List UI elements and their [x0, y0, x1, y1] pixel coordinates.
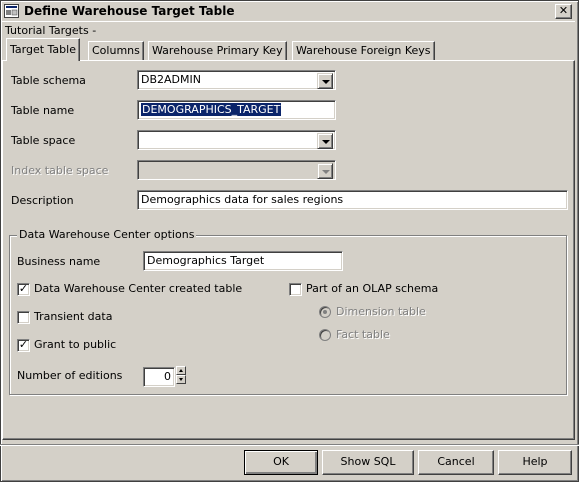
- table-name-input[interactable]: DEMOGRAPHICS_TARGET: [137, 100, 336, 120]
- ok-button[interactable]: OK: [244, 450, 318, 475]
- table-name-value: DEMOGRAPHICS_TARGET: [141, 103, 282, 116]
- editions-value: 0: [164, 370, 171, 383]
- window-title: Define Warehouse Target Table: [24, 4, 235, 18]
- editions-label: Number of editions: [17, 369, 123, 382]
- table-space-label: Table space: [11, 134, 76, 147]
- editions-input[interactable]: 0: [143, 367, 175, 387]
- chevron-down-icon: [317, 163, 333, 179]
- help-button[interactable]: Help: [498, 450, 572, 475]
- fact-table-radio: [319, 329, 331, 341]
- olap-schema-checkbox[interactable]: [289, 283, 302, 296]
- app-icon: [4, 4, 19, 18]
- tab-columns[interactable]: Columns: [88, 41, 144, 60]
- dimension-table-radio: [319, 306, 331, 318]
- subtitle: Tutorial Targets -: [5, 24, 97, 37]
- chevron-down-icon[interactable]: [317, 133, 333, 149]
- tab-warehouse-primary-key[interactable]: Warehouse Primary Key: [148, 41, 287, 60]
- cancel-button[interactable]: Cancel: [418, 450, 494, 475]
- table-schema-value: DB2ADMIN: [141, 73, 201, 86]
- grant-public-label: Grant to public: [34, 338, 117, 351]
- spin-down-icon[interactable]: [176, 375, 186, 384]
- dimension-table-label: Dimension table: [336, 305, 426, 318]
- table-space-select[interactable]: [137, 130, 336, 150]
- title-bar: Define Warehouse Target Table ✕: [2, 2, 575, 22]
- olap-schema-label: Part of an OLAP schema: [306, 282, 439, 295]
- dwc-created-label: Data Warehouse Center created table: [34, 282, 243, 295]
- table-schema-select[interactable]: DB2ADMIN: [137, 70, 336, 90]
- description-label: Description: [11, 194, 74, 207]
- table-schema-label: Table schema: [11, 74, 86, 87]
- spin-up-icon[interactable]: [176, 366, 186, 375]
- index-table-space-select: [137, 160, 336, 180]
- description-input[interactable]: Demographics data for sales regions: [137, 190, 568, 210]
- dwc-created-checkbox[interactable]: ✓: [17, 283, 30, 296]
- check-icon: ✓: [18, 282, 29, 295]
- close-button[interactable]: ✕: [555, 4, 572, 19]
- index-table-space-label: Index table space: [11, 164, 109, 177]
- fact-table-label: Fact table: [336, 328, 390, 341]
- transient-data-checkbox[interactable]: [17, 311, 30, 324]
- table-name-label: Table name: [11, 104, 75, 117]
- business-name-label: Business name: [17, 255, 101, 268]
- button-separator: [0, 444, 579, 446]
- grant-public-checkbox[interactable]: ✓: [17, 339, 30, 352]
- check-icon: ✓: [18, 338, 29, 351]
- transient-data-label: Transient data: [34, 310, 113, 323]
- dwc-options-label: Data Warehouse Center options: [17, 228, 197, 241]
- close-icon: ✕: [558, 4, 569, 17]
- description-value: Demographics data for sales regions: [141, 193, 344, 206]
- tab-target-table[interactable]: Target Table: [6, 38, 80, 61]
- business-name-value: Demographics Target: [147, 254, 265, 267]
- chevron-down-icon[interactable]: [317, 73, 333, 89]
- business-name-input[interactable]: Demographics Target: [143, 251, 343, 271]
- show-sql-button[interactable]: Show SQL: [322, 450, 414, 475]
- tab-warehouse-foreign-keys[interactable]: Warehouse Foreign Keys: [292, 41, 435, 60]
